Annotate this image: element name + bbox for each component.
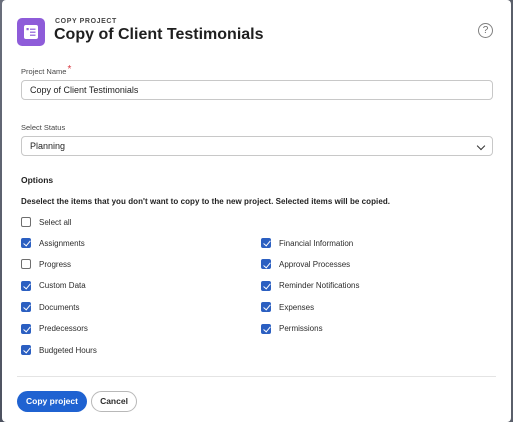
- project-name-label: Project Name*: [21, 64, 72, 76]
- help-icon[interactable]: ?: [478, 23, 493, 38]
- project-icon: [17, 18, 45, 46]
- option-checkbox[interactable]: Permissions: [261, 323, 323, 335]
- dialog-title: Copy of Client Testimonials: [54, 26, 264, 43]
- option-label: Assignments: [39, 238, 85, 248]
- checkbox-checked[interactable]: [261, 302, 271, 313]
- checkbox-label: Select all: [39, 217, 72, 227]
- copy-project-button[interactable]: Copy project: [17, 391, 87, 412]
- option-label: Financial Information: [279, 238, 354, 248]
- option-checkbox[interactable]: Budgeted Hours: [21, 344, 97, 356]
- select-all-checkbox[interactable]: Select all: [21, 216, 71, 228]
- checkbox-checked[interactable]: [261, 323, 271, 334]
- checkbox-checked[interactable]: [261, 238, 271, 248]
- option-label: Progress: [39, 259, 72, 269]
- options-heading: Options: [21, 175, 54, 185]
- option-checkbox[interactable]: Approval Processes: [261, 258, 350, 270]
- checkbox-unchecked[interactable]: [21, 259, 31, 270]
- checkbox-checked[interactable]: [21, 280, 31, 291]
- status-select[interactable]: Planning: [21, 136, 493, 156]
- status-value: Planning: [30, 141, 66, 151]
- checkbox-checked[interactable]: [261, 259, 271, 270]
- option-label: Reminder Notifications: [279, 281, 360, 291]
- option-label: Approval Processes: [279, 259, 351, 269]
- project-name-field[interactable]: Copy of Client Testimonials: [21, 80, 493, 100]
- option-checkbox[interactable]: Predecessors: [21, 323, 88, 335]
- option-label: Budgeted Hours: [39, 345, 97, 355]
- dialog-eyebrow: COPY PROJECT: [55, 18, 117, 25]
- option-checkbox[interactable]: Assignments: [21, 237, 85, 249]
- option-label: Custom Data: [39, 281, 86, 291]
- option-checkbox[interactable]: Documents: [21, 301, 79, 313]
- checkbox-box[interactable]: [21, 217, 31, 227]
- checkbox-checked[interactable]: [21, 302, 31, 313]
- option-checkbox[interactable]: Reminder Notifications: [261, 280, 359, 292]
- option-label: Predecessors: [39, 324, 88, 334]
- option-checkbox[interactable]: Expenses: [261, 301, 314, 313]
- option-label: Expenses: [279, 302, 315, 312]
- required-indicator: *: [67, 64, 72, 75]
- checkbox-checked[interactable]: [21, 345, 31, 355]
- option-checkbox[interactable]: Custom Data: [21, 280, 86, 292]
- chevron-down-icon: [476, 141, 486, 151]
- dialog-header: COPY PROJECT Copy of Client Testimonials…: [17, 15, 496, 51]
- option-checkbox[interactable]: Financial Information: [261, 237, 353, 249]
- cancel-button[interactable]: Cancel: [91, 391, 137, 412]
- status-label: Select Status: [21, 123, 66, 132]
- options-instructions: Deselect the items that you don't want t…: [21, 197, 391, 206]
- option-label: Documents: [39, 302, 80, 312]
- checkbox-checked[interactable]: [21, 323, 31, 334]
- checkbox-checked[interactable]: [21, 238, 31, 248]
- option-label: Permissions: [279, 324, 323, 334]
- checkbox-checked[interactable]: [261, 280, 271, 291]
- option-checkbox[interactable]: Progress: [21, 258, 71, 270]
- copy-project-dialog: COPY PROJECT Copy of Client Testimonials…: [2, 0, 511, 422]
- footer-divider: [17, 376, 496, 377]
